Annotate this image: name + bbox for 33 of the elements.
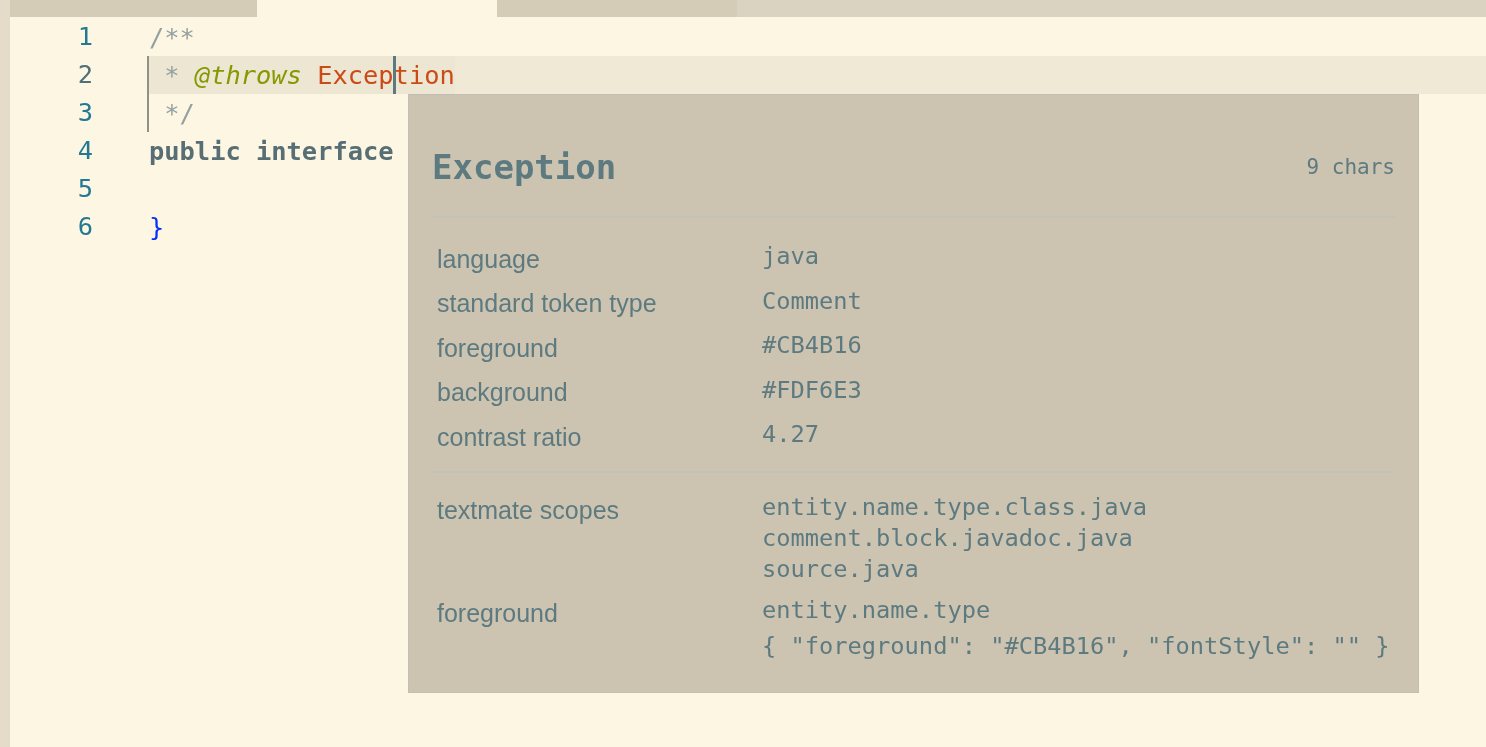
code-line: public interface — [149, 134, 394, 168]
property-value: #FDF6E3 — [762, 378, 862, 403]
scope-value: comment.block.javadoc.java — [762, 522, 1134, 554]
code-line: /** — [149, 20, 195, 54]
scope-value: source.java — [762, 553, 920, 585]
property-label: contrast ratio — [437, 421, 583, 450]
line-number: 1 — [77, 24, 93, 50]
scope-value: entity.name.type.class.java — [762, 491, 1148, 523]
property-value: Comment — [762, 289, 862, 314]
property-label: foreground — [437, 597, 559, 629]
line-number: 5 — [77, 176, 93, 202]
property-label: standard token type — [437, 288, 658, 317]
line-number: 6 — [77, 214, 93, 240]
property-label: language — [437, 243, 541, 272]
text-cursor — [392, 56, 396, 94]
char-count: 9 chars — [1306, 156, 1395, 178]
property-label: foreground — [437, 332, 559, 361]
property-value: 4.27 — [762, 423, 820, 448]
property-label: textmate scopes — [437, 494, 621, 526]
editor-tab[interactable] — [497, 0, 737, 17]
line-number: 3 — [77, 100, 93, 126]
scope-value: entity.name.type — [762, 594, 992, 626]
property-value: java — [762, 245, 820, 270]
token-title: Exception — [432, 150, 617, 184]
line-number: 4 — [77, 138, 93, 164]
editor-tab[interactable] — [10, 0, 257, 17]
editor-tab[interactable] — [257, 0, 497, 17]
property-value: #CB4B16 — [762, 334, 862, 359]
code-line: */ — [163, 96, 195, 130]
code-line: } — [149, 210, 165, 244]
theme-rule: { "foreground": "#CB4B16", "fontStyle": "" } — [762, 630, 1390, 662]
line-number: 2 — [77, 62, 93, 88]
property-label: background — [437, 377, 569, 406]
